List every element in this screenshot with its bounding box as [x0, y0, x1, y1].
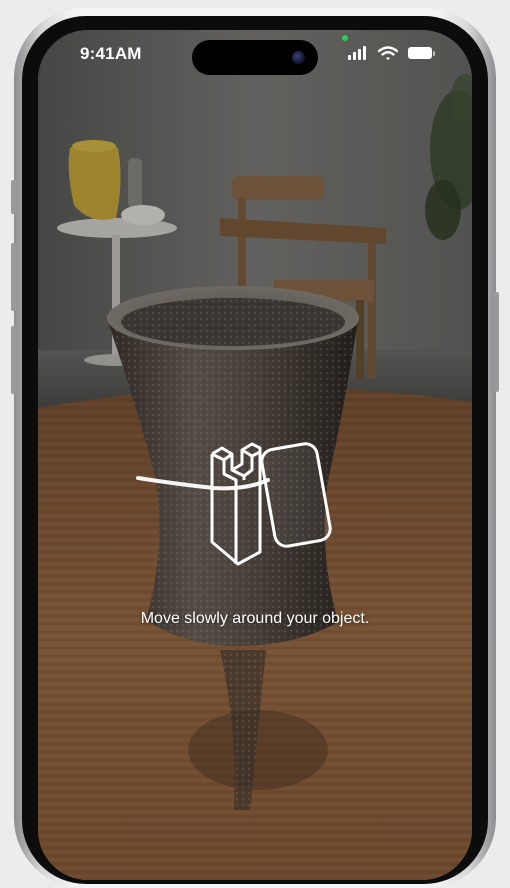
- volume-down-button[interactable]: [11, 326, 16, 394]
- camera-in-use-indicator: [342, 35, 348, 41]
- front-camera-icon: [292, 51, 305, 64]
- wifi-icon: [378, 46, 398, 60]
- volume-up-button[interactable]: [11, 243, 16, 311]
- dynamic-island: [192, 40, 318, 75]
- cellular-signal-icon: [348, 46, 370, 60]
- object-capture-icon: [136, 442, 332, 566]
- action-button[interactable]: [11, 180, 16, 214]
- capture-instruction: Move slowly around your object.: [140, 610, 370, 627]
- camera-screen[interactable]: 9:41AM Move slowly around your object.: [38, 30, 472, 880]
- battery-icon: [408, 47, 436, 60]
- status-icons: [348, 46, 448, 62]
- power-button[interactable]: [494, 292, 499, 392]
- status-time: 9:41AM: [80, 44, 142, 63]
- status-bar: 9:41AM: [38, 30, 472, 80]
